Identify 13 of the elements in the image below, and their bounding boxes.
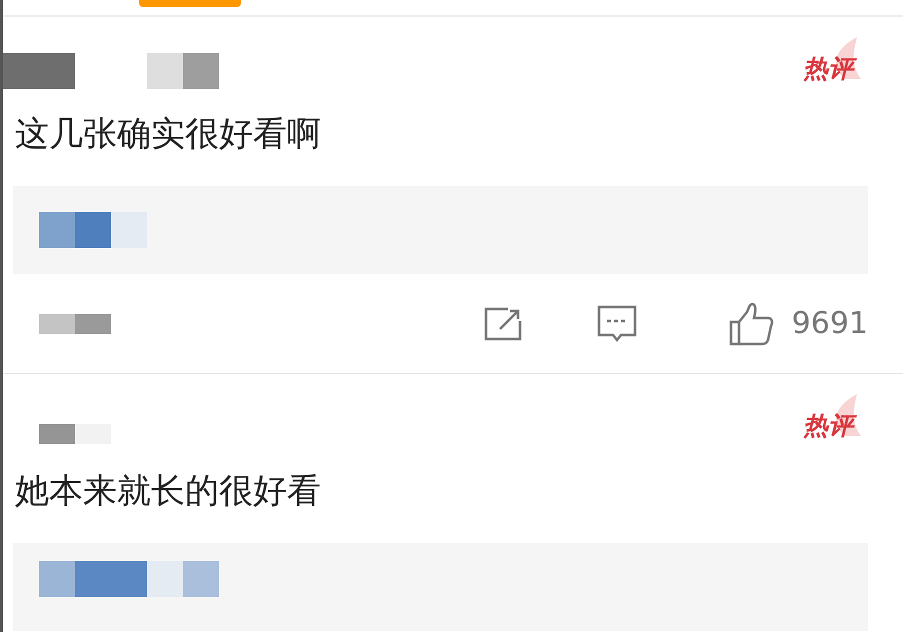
thumbs-up-icon: [728, 302, 774, 346]
blurred-username: [39, 424, 111, 444]
blurred-timestamp: [39, 314, 111, 334]
blurred-username: [3, 53, 75, 89]
blurred-username: [147, 53, 219, 89]
comment-text: 这几张确实很好看啊: [14, 113, 322, 156]
comment-text: 她本来就长的很好看: [14, 470, 322, 513]
reply-preview-box[interactable]: [13, 186, 868, 274]
reply-preview-box[interactable]: [13, 543, 868, 631]
comment-icon[interactable]: [596, 304, 638, 344]
hot-comment-badge: 热评: [783, 392, 863, 442]
like-button[interactable]: 9691: [728, 301, 868, 346]
hot-comment-badge: 热评: [783, 35, 863, 85]
